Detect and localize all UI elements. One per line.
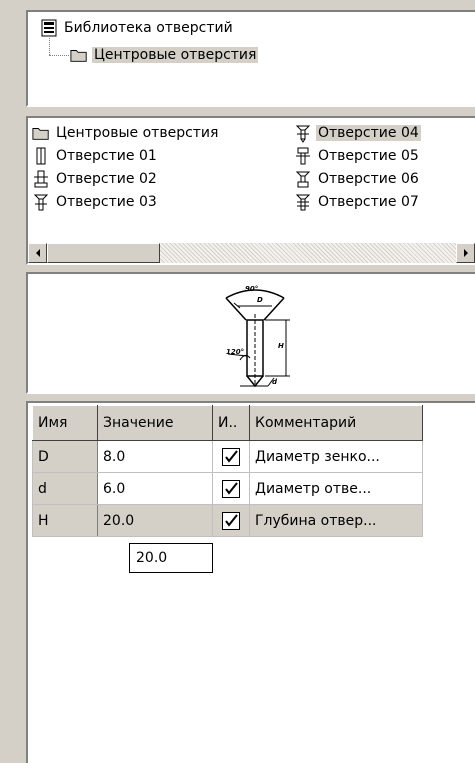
checkbox-cell bbox=[212, 440, 250, 473]
tree-connector bbox=[49, 38, 50, 55]
scrollbar-thumb[interactable] bbox=[47, 243, 160, 263]
folder-icon bbox=[32, 128, 49, 140]
check-icon bbox=[225, 513, 238, 527]
param-value[interactable]: 20.0 bbox=[97, 504, 213, 537]
scroll-right-button[interactable] bbox=[456, 243, 475, 263]
hole-07-icon bbox=[295, 194, 311, 211]
table-row-active[interactable]: H 20.0 Глубина отвер... bbox=[32, 504, 423, 537]
checkbox-cell bbox=[212, 504, 250, 537]
param-comment[interactable]: Глубина отвер... bbox=[249, 504, 423, 537]
param-comment[interactable]: Диаметр отве... bbox=[249, 472, 423, 505]
param-name: D bbox=[32, 440, 98, 473]
hole-01-icon bbox=[36, 147, 46, 165]
folder-icon bbox=[70, 50, 87, 62]
column-header-value[interactable]: Значение bbox=[97, 405, 213, 441]
holes-list[interactable]: Центровые отверстия Отверстие 01 Отверст… bbox=[26, 116, 475, 265]
list-item-hole-05[interactable]: Отверстие 05 bbox=[294, 145, 421, 167]
column-header-visible[interactable]: И.. bbox=[212, 405, 250, 441]
list-item-hole-06[interactable]: Отверстие 06 bbox=[294, 168, 421, 190]
column-header-name[interactable]: Имя bbox=[32, 405, 98, 441]
tree-connector bbox=[49, 55, 69, 56]
hole-06-icon bbox=[295, 171, 311, 188]
dim-D: D bbox=[257, 296, 263, 304]
list-item-label: Отверстие 04 bbox=[316, 125, 421, 141]
tree-item-library[interactable]: Библиотека отверстий bbox=[40, 18, 235, 38]
check-icon bbox=[225, 481, 238, 495]
table-row[interactable]: d 6.0 Диаметр отве... bbox=[32, 472, 423, 505]
hole-03-icon bbox=[33, 194, 49, 211]
column-header-comment[interactable]: Комментарий bbox=[249, 405, 423, 441]
list-item-label: Отверстие 01 bbox=[56, 148, 157, 164]
dim-angle-left: 120° bbox=[226, 348, 244, 356]
arrow-right-icon bbox=[463, 249, 468, 257]
hole-drawing: 90° D 120° H d bbox=[225, 285, 290, 388]
hole-04-icon bbox=[295, 125, 311, 143]
list-item-hole-04[interactable]: Отверстие 04 bbox=[294, 122, 421, 144]
list-item-hole-02[interactable]: Отверстие 02 bbox=[32, 168, 159, 190]
list-item-hole-01[interactable]: Отверстие 01 bbox=[32, 145, 159, 167]
list-item-hole-03[interactable]: Отверстие 03 bbox=[32, 191, 159, 213]
param-visible-checkbox[interactable] bbox=[222, 479, 240, 498]
param-visible-checkbox[interactable] bbox=[222, 447, 240, 466]
hole-05-icon bbox=[296, 147, 310, 165]
param-name: H bbox=[32, 504, 98, 537]
list-item-label: Отверстие 05 bbox=[318, 148, 419, 164]
list-item-label: Отверстие 07 bbox=[318, 194, 419, 210]
list-item-hole-07[interactable]: Отверстие 07 bbox=[294, 191, 421, 213]
list-item-folder[interactable]: Центровые отверстия bbox=[32, 122, 220, 144]
dim-angle-top: 90° bbox=[245, 285, 258, 293]
tree-item-center-holes-label: Центровые отверстия bbox=[92, 47, 259, 63]
list-item-label: Отверстие 02 bbox=[56, 171, 157, 187]
param-comment[interactable]: Диаметр зенко... bbox=[249, 440, 423, 473]
check-icon bbox=[225, 449, 238, 463]
parameters-table: Имя Значение И.. Комментарий D 8.0 Диаме… bbox=[32, 405, 423, 537]
dim-d: d bbox=[272, 378, 278, 386]
param-value[interactable]: 8.0 bbox=[97, 440, 213, 473]
checkbox-cell bbox=[212, 472, 250, 505]
dim-H: H bbox=[278, 342, 284, 350]
list-item-label: Отверстие 03 bbox=[56, 194, 157, 210]
value-edit-field[interactable]: 20.0 bbox=[129, 543, 213, 573]
table-row[interactable]: D 8.0 Диаметр зенко... bbox=[32, 440, 423, 473]
param-visible-checkbox[interactable] bbox=[222, 511, 240, 530]
param-value[interactable]: 6.0 bbox=[97, 472, 213, 505]
left-window-edge bbox=[0, 0, 4, 763]
arrow-left-icon bbox=[35, 249, 40, 257]
list-item-label: Центровые отверстия bbox=[56, 125, 219, 141]
tree-item-center-holes[interactable]: Центровые отверстия bbox=[70, 45, 259, 65]
list-item-label: Отверстие 06 bbox=[318, 171, 419, 187]
param-name: d bbox=[32, 472, 98, 505]
scroll-left-button[interactable] bbox=[28, 243, 47, 263]
parameters-grid[interactable]: Имя Значение И.. Комментарий D 8.0 Диаме… bbox=[26, 401, 475, 763]
hole-preview: 90° D 120° H d bbox=[26, 272, 475, 394]
hole-02-icon bbox=[34, 170, 48, 188]
library-tree[interactable]: Библиотека отверстий Центровые отверстия bbox=[26, 10, 475, 107]
tree-item-library-label: Библиотека отверстий bbox=[64, 20, 233, 36]
horizontal-scrollbar[interactable] bbox=[28, 243, 475, 263]
library-icon bbox=[41, 19, 57, 37]
